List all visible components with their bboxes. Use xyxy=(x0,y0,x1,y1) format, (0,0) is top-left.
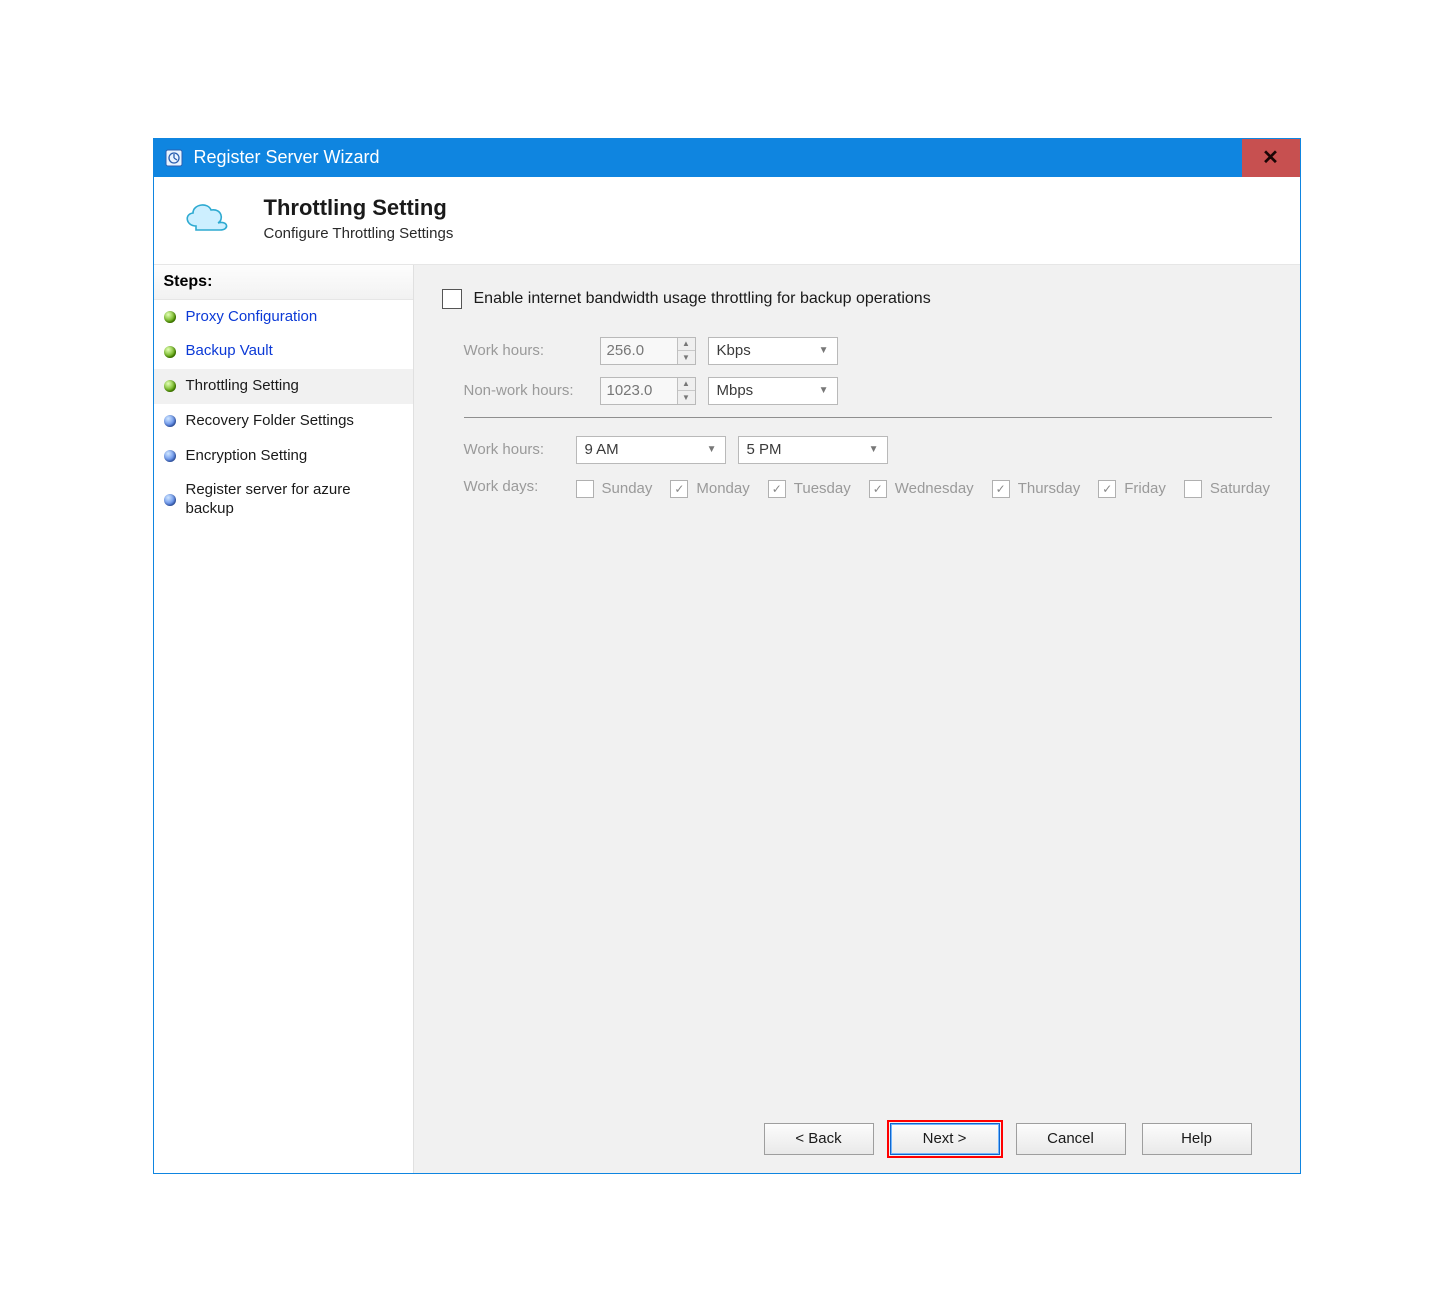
work-days-label: Work days: xyxy=(464,476,576,495)
spin-value: 256.0 xyxy=(601,342,677,359)
spin-down-icon[interactable]: ▼ xyxy=(678,391,695,404)
day-wednesday: Wednesday xyxy=(869,480,974,498)
steps-sidebar: Steps: Proxy Configuration Backup Vault … xyxy=(154,265,414,1173)
spin-up-icon[interactable]: ▲ xyxy=(678,338,695,352)
day-monday: Monday xyxy=(670,480,749,498)
wizard-header: Throttling Setting Configure Throttling … xyxy=(154,177,1300,265)
nonwork-hours-unit-select[interactable]: Mbps ▼ xyxy=(708,377,838,405)
select-value: 5 PM xyxy=(747,441,782,458)
step-bullet-icon xyxy=(164,415,176,427)
titlebar: Register Server Wizard ✕ xyxy=(154,139,1300,177)
cloud-icon xyxy=(178,198,236,238)
select-value: Mbps xyxy=(717,382,754,399)
day-tuesday-checkbox[interactable] xyxy=(768,480,786,498)
step-bullet-icon xyxy=(164,346,176,358)
chevron-down-icon: ▼ xyxy=(869,444,879,455)
step-label: Throttling Setting xyxy=(186,377,299,396)
step-backup-vault[interactable]: Backup Vault xyxy=(154,334,413,369)
day-saturday: Saturday xyxy=(1184,480,1270,498)
work-hours-to-select[interactable]: 5 PM ▼ xyxy=(738,436,888,464)
main-panel: Enable internet bandwidth usage throttli… xyxy=(414,265,1300,1173)
window-title: Register Server Wizard xyxy=(194,139,1242,177)
day-tuesday: Tuesday xyxy=(768,480,851,498)
work-hours-time-label: Work hours: xyxy=(464,441,576,458)
close-button[interactable]: ✕ xyxy=(1242,139,1300,177)
spin-down-icon[interactable]: ▼ xyxy=(678,351,695,364)
step-proxy-configuration[interactable]: Proxy Configuration xyxy=(154,300,413,335)
work-hours-time-row: Work hours: 9 AM ▼ 5 PM ▼ xyxy=(464,436,1272,464)
day-label: Wednesday xyxy=(895,480,974,497)
work-days-row: Work days: Sunday Monday Tuesday xyxy=(464,476,1272,498)
day-label: Sunday xyxy=(602,480,653,497)
step-throttling-setting[interactable]: Throttling Setting xyxy=(154,369,413,404)
spin-value: 1023.0 xyxy=(601,382,677,399)
chevron-down-icon: ▼ xyxy=(707,444,717,455)
work-hours-bandwidth-input[interactable]: 256.0 ▲ ▼ xyxy=(600,337,696,365)
wizard-footer: < Back Next > Cancel Help xyxy=(442,1109,1272,1173)
step-label: Register server for azure backup xyxy=(186,481,403,519)
step-encryption-setting[interactable]: Encryption Setting xyxy=(154,439,413,474)
wizard-body: Steps: Proxy Configuration Backup Vault … xyxy=(154,265,1300,1173)
page-title: Throttling Setting xyxy=(264,195,454,221)
day-label: Tuesday xyxy=(794,480,851,497)
header-texts: Throttling Setting Configure Throttling … xyxy=(264,195,454,242)
work-hours-unit-select[interactable]: Kbps ▼ xyxy=(708,337,838,365)
step-label: Backup Vault xyxy=(186,342,273,361)
day-label: Saturday xyxy=(1210,480,1270,497)
day-label: Friday xyxy=(1124,480,1166,497)
spin-up-icon[interactable]: ▲ xyxy=(678,378,695,392)
chevron-down-icon: ▼ xyxy=(819,345,829,356)
day-saturday-checkbox[interactable] xyxy=(1184,480,1202,498)
throttling-settings-block: Work hours: 256.0 ▲ ▼ Kbps ▼ Non-work xyxy=(442,337,1272,510)
select-value: Kbps xyxy=(717,342,751,359)
cancel-button[interactable]: Cancel xyxy=(1016,1123,1126,1155)
enable-throttling-row: Enable internet bandwidth usage throttli… xyxy=(442,289,1272,309)
work-hours-from-select[interactable]: 9 AM ▼ xyxy=(576,436,726,464)
help-button[interactable]: Help xyxy=(1142,1123,1252,1155)
step-label: Proxy Configuration xyxy=(186,308,318,327)
nonwork-hours-bandwidth-label: Non-work hours: xyxy=(464,382,600,399)
next-button[interactable]: Next > xyxy=(890,1123,1000,1155)
day-sunday: Sunday xyxy=(576,480,653,498)
step-register-server[interactable]: Register server for azure backup xyxy=(154,473,413,527)
day-monday-checkbox[interactable] xyxy=(670,480,688,498)
nonwork-hours-bandwidth-input[interactable]: 1023.0 ▲ ▼ xyxy=(600,377,696,405)
step-recovery-folder-settings[interactable]: Recovery Folder Settings xyxy=(154,404,413,439)
day-thursday: Thursday xyxy=(992,480,1081,498)
separator xyxy=(464,417,1272,418)
day-sunday-checkbox[interactable] xyxy=(576,480,594,498)
close-icon: ✕ xyxy=(1262,145,1279,170)
page-subtitle: Configure Throttling Settings xyxy=(264,225,454,242)
enable-throttling-checkbox[interactable] xyxy=(442,289,462,309)
back-button[interactable]: < Back xyxy=(764,1123,874,1155)
wizard-window: Register Server Wizard ✕ Throttling Sett… xyxy=(153,138,1301,1174)
work-hours-bandwidth-label: Work hours: xyxy=(464,342,600,359)
day-friday-checkbox[interactable] xyxy=(1098,480,1116,498)
enable-throttling-label: Enable internet bandwidth usage throttli… xyxy=(474,290,931,308)
spin-arrows: ▲ ▼ xyxy=(677,338,695,364)
chevron-down-icon: ▼ xyxy=(819,385,829,396)
work-days-wrap: Sunday Monday Tuesday Wednesday xyxy=(576,480,1270,498)
nonwork-hours-bandwidth-row: Non-work hours: 1023.0 ▲ ▼ Mbps ▼ xyxy=(464,377,1272,405)
step-bullet-icon xyxy=(164,494,176,506)
day-friday: Friday xyxy=(1098,480,1166,498)
step-label: Recovery Folder Settings xyxy=(186,412,354,431)
step-bullet-icon xyxy=(164,380,176,392)
day-label: Monday xyxy=(696,480,749,497)
select-value: 9 AM xyxy=(585,441,619,458)
step-bullet-icon xyxy=(164,450,176,462)
day-label: Thursday xyxy=(1018,480,1081,497)
step-bullet-icon xyxy=(164,311,176,323)
day-wednesday-checkbox[interactable] xyxy=(869,480,887,498)
app-icon xyxy=(154,139,194,177)
step-label: Encryption Setting xyxy=(186,447,308,466)
steps-heading: Steps: xyxy=(154,265,413,300)
day-thursday-checkbox[interactable] xyxy=(992,480,1010,498)
spin-arrows: ▲ ▼ xyxy=(677,378,695,404)
work-hours-bandwidth-row: Work hours: 256.0 ▲ ▼ Kbps ▼ xyxy=(464,337,1272,365)
